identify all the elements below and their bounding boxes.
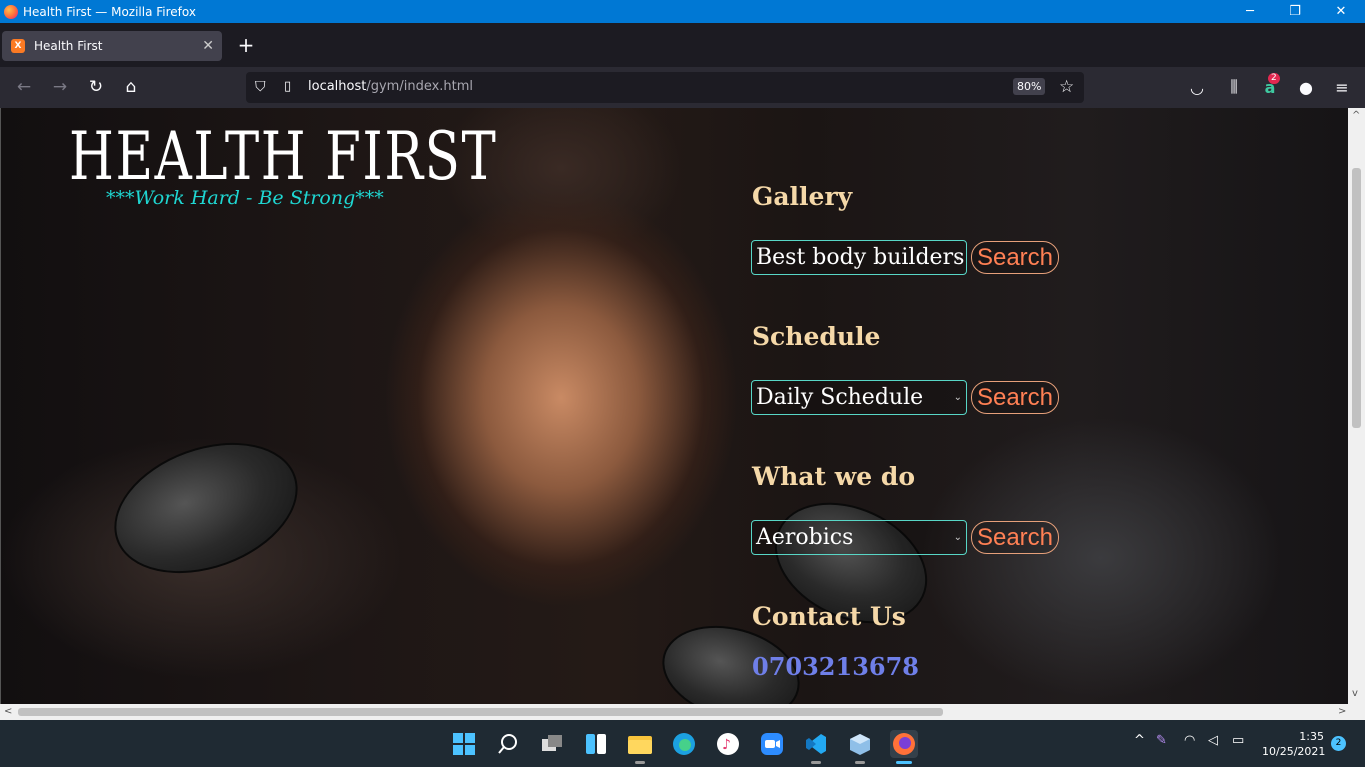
- zoom-indicator[interactable]: 80%: [1013, 78, 1046, 95]
- gallery-select[interactable]: Best body builders ⌄: [751, 240, 967, 275]
- schedule-heading: Schedule: [752, 322, 881, 351]
- running-indicator: [635, 761, 645, 764]
- what-we-do-select-value: Aerobics: [756, 525, 854, 550]
- wifi-icon[interactable]: ◠: [1184, 733, 1195, 748]
- horizontal-scroll-thumb[interactable]: [18, 708, 943, 716]
- dumbbell-left-image: [96, 419, 316, 597]
- what-we-do-select[interactable]: Aerobics ⌄: [751, 520, 967, 555]
- bookmark-star-icon[interactable]: ☆: [1059, 77, 1074, 97]
- tab-strip: X Health First ✕ +: [0, 23, 1365, 67]
- gallery-heading: Gallery: [752, 182, 853, 211]
- restore-button[interactable]: ❐: [1272, 0, 1318, 23]
- horizontal-scrollbar[interactable]: < >: [0, 704, 1365, 720]
- running-indicator: [855, 761, 865, 764]
- windows-start-icon[interactable]: [450, 730, 478, 758]
- widgets-icon[interactable]: [582, 730, 610, 758]
- search-icon[interactable]: [494, 730, 522, 758]
- edge-icon[interactable]: [670, 730, 698, 758]
- page-content: HEALTH FIRST ***Work Hard - Be Strong***…: [0, 108, 1348, 704]
- navigation-toolbar: ← → ↻ ⌂ ⛉ ▯ localhost/gym/index.html 80%…: [0, 67, 1365, 108]
- site-logo: HEALTH FIRST: [69, 118, 498, 195]
- what-we-do-search-button[interactable]: Search: [971, 521, 1059, 554]
- chevron-down-icon: ⌄: [953, 392, 962, 403]
- scroll-right-icon[interactable]: >: [1338, 706, 1346, 717]
- chevron-down-icon: ⌄: [953, 532, 962, 543]
- forward-button[interactable]: →: [48, 75, 72, 99]
- close-window-button[interactable]: ✕: [1318, 0, 1364, 23]
- page-info-icon[interactable]: ▯: [284, 79, 291, 94]
- file-explorer-icon[interactable]: [626, 730, 654, 758]
- new-tab-button[interactable]: +: [236, 33, 256, 57]
- extension-badge: 2: [1268, 73, 1280, 84]
- back-button[interactable]: ←: [12, 75, 36, 99]
- clock-time: 1:35: [1299, 730, 1324, 743]
- url-bar[interactable]: ⛉ ▯ localhost/gym/index.html 80% ☆: [246, 72, 1084, 103]
- scroll-down-icon[interactable]: v: [1352, 688, 1358, 699]
- feather-icon[interactable]: ✎: [1156, 733, 1167, 748]
- window-title: Health First — Mozilla Firefox: [23, 4, 196, 19]
- url-text[interactable]: localhost/gym/index.html: [308, 79, 473, 94]
- tracking-shield-icon[interactable]: ⛉: [255, 79, 266, 95]
- gallery-search-button[interactable]: Search: [971, 241, 1059, 274]
- scroll-left-icon[interactable]: <: [4, 706, 12, 717]
- vertical-scroll-thumb[interactable]: [1352, 168, 1361, 428]
- firefox-taskbar-icon[interactable]: [890, 730, 918, 758]
- clock-date: 10/25/2021: [1262, 745, 1326, 758]
- volume-icon[interactable]: ◁: [1208, 733, 1218, 748]
- active-indicator: [896, 761, 912, 764]
- svg-text:♪: ♪: [722, 737, 731, 753]
- close-tab-icon[interactable]: ✕: [202, 38, 214, 54]
- virtualbox-icon[interactable]: [846, 730, 874, 758]
- schedule-select[interactable]: Daily Schedule ⌄: [751, 380, 967, 415]
- vertical-scrollbar[interactable]: ^ v: [1348, 108, 1365, 704]
- url-path: /gym/index.html: [366, 79, 474, 94]
- zoom-app-icon[interactable]: [758, 730, 786, 758]
- site-tagline: ***Work Hard - Be Strong***: [106, 187, 384, 209]
- notification-badge[interactable]: 2: [1331, 736, 1346, 751]
- minimize-button[interactable]: ─: [1227, 0, 1273, 23]
- library-icon[interactable]: ⫼: [1222, 75, 1246, 99]
- task-view-icon[interactable]: [538, 730, 566, 758]
- itunes-icon[interactable]: ♪: [714, 730, 742, 758]
- app-menu-icon[interactable]: ≡: [1330, 75, 1354, 99]
- window-titlebar: Health First — Mozilla Firefox ─ ❐ ✕: [0, 0, 1365, 23]
- home-button[interactable]: ⌂: [119, 75, 143, 99]
- xampp-favicon-icon: X: [11, 39, 25, 53]
- schedule-select-value: Daily Schedule: [756, 385, 924, 410]
- contact-phone-link[interactable]: 0703213678: [752, 652, 919, 681]
- running-indicator: [811, 761, 821, 764]
- vscode-icon[interactable]: [802, 730, 830, 758]
- battery-icon[interactable]: ▭: [1232, 733, 1244, 748]
- gallery-select-value: Best body builders: [756, 245, 965, 270]
- reload-button[interactable]: ↻: [84, 75, 108, 99]
- tab-health-first[interactable]: X Health First ✕: [2, 31, 222, 61]
- scroll-up-icon[interactable]: ^: [1352, 110, 1360, 121]
- account-icon[interactable]: ●: [1294, 75, 1318, 99]
- what-we-do-heading: What we do: [752, 462, 915, 491]
- url-host: localhost: [308, 79, 367, 94]
- chevron-down-icon: ⌄: [953, 252, 962, 263]
- tab-title: Health First: [34, 39, 103, 53]
- contact-heading: Contact Us: [752, 602, 906, 631]
- tray-chevron-icon[interactable]: ^: [1134, 733, 1145, 748]
- schedule-search-button[interactable]: Search: [971, 381, 1059, 414]
- windows-taskbar: ♪ ^ ✎ ◠ ◁ ▭ 1:35 10/25/2021 2: [0, 720, 1365, 767]
- firefox-icon: [4, 4, 18, 19]
- pocket-icon[interactable]: ◡: [1185, 75, 1209, 99]
- taskbar-clock[interactable]: 1:35 10/25/2021: [1262, 729, 1326, 759]
